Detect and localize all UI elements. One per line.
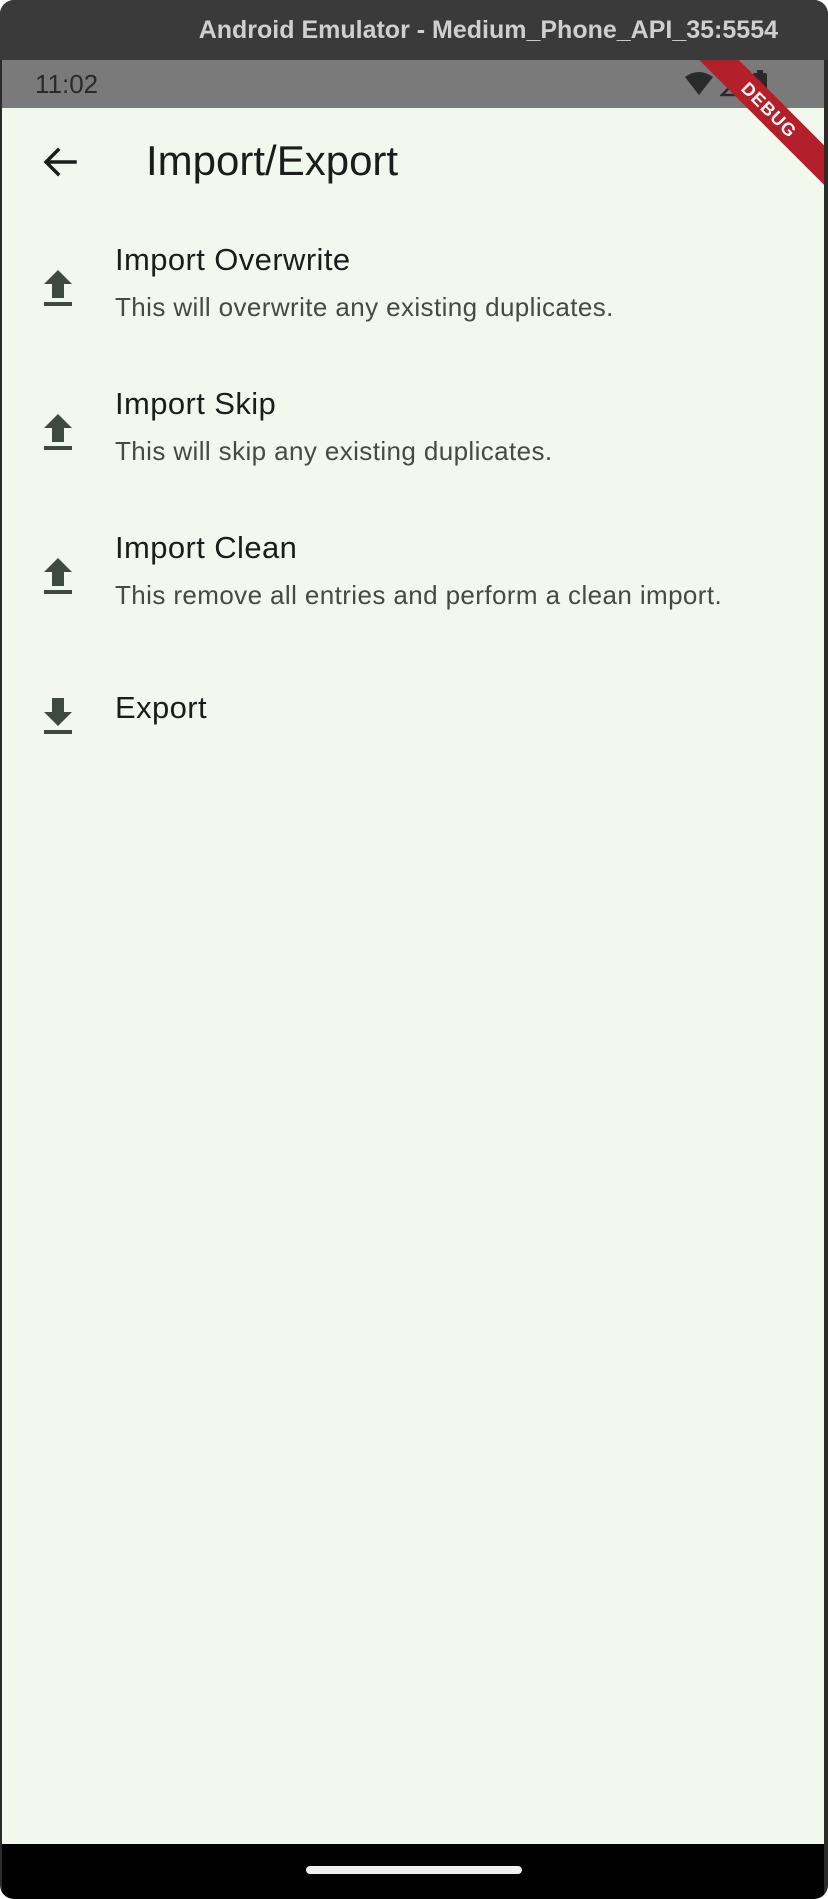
- arrow-back-icon: [43, 147, 77, 177]
- home-indicator[interactable]: [306, 1866, 522, 1874]
- list-item-subtitle: This remove all entries and perform a cl…: [115, 580, 723, 610]
- list-item-subtitle: This will skip any existing duplicates.: [115, 436, 553, 466]
- list-item-title: Import Overwrite: [115, 242, 351, 277]
- window-titlebar: Android Emulator - Medium_Phone_API_35:5…: [0, 0, 828, 60]
- back-button[interactable]: [32, 134, 88, 190]
- list-item-import-clean[interactable]: Import Clean This remove all entries and…: [2, 518, 824, 662]
- status-time: 11:02: [35, 69, 99, 99]
- upload-icon: [44, 558, 72, 594]
- navigation-bar: [2, 1844, 824, 1899]
- app-bar: Import/Export: [2, 108, 824, 216]
- upload-icon: [44, 270, 72, 306]
- list-item-title: Import Clean: [115, 530, 298, 565]
- page-title: Import/Export: [146, 137, 399, 184]
- list-item-title: Import Skip: [115, 386, 277, 421]
- list-item-export[interactable]: Export: [2, 662, 824, 774]
- phone-screen: 11:02 DEBUG Import/Export Import Overwri…: [2, 60, 824, 1899]
- upload-icon: [44, 414, 72, 450]
- list-item-import-overwrite[interactable]: Import Overwrite This will overwrite any…: [2, 230, 824, 374]
- emulator-window: Android Emulator - Medium_Phone_API_35:5…: [0, 0, 828, 1899]
- list-item-import-skip[interactable]: Import Skip This will skip any existing …: [2, 374, 824, 518]
- list-item-subtitle: This will overwrite any existing duplica…: [115, 292, 614, 322]
- list-item-title: Export: [115, 690, 207, 725]
- window-title: Android Emulator - Medium_Phone_API_35:5…: [198, 15, 778, 44]
- import-export-list: Import Overwrite This will overwrite any…: [2, 230, 824, 774]
- status-bar: 11:02 DEBUG: [2, 60, 824, 188]
- download-icon: [44, 698, 72, 734]
- wifi-icon: [685, 72, 713, 95]
